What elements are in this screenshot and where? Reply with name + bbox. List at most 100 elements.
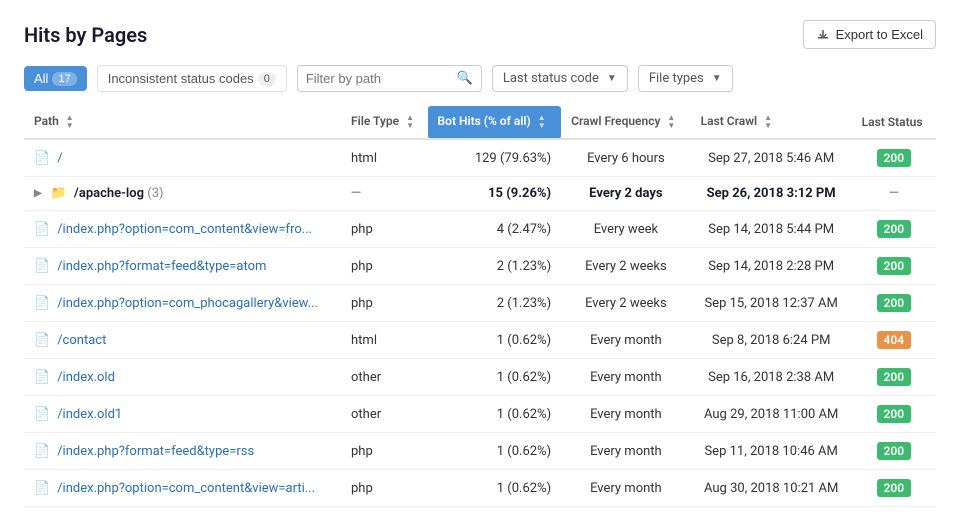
sort-icon-crawlfreq: ▲▼ (667, 114, 675, 130)
last-crawl-cell: Sep 26, 2018 3:12 PM (691, 177, 852, 211)
table-row: 📄/index.old1other1 (0.62%)Every monthAug… (24, 396, 936, 433)
crawl-freq-cell: Every week (561, 211, 691, 248)
path-cell: 📄/index.old (24, 359, 341, 396)
crawl-freq-cell: Every month (561, 433, 691, 470)
status-badge: 200 (877, 368, 912, 386)
bot-hits-value: 2 (1.23%) (497, 259, 551, 274)
last-status-label: Last status code (503, 71, 599, 86)
file-icon: 📄 (34, 444, 50, 459)
last-crawl-cell: Aug 30, 2018 10:21 AM (691, 470, 852, 507)
last-crawl-value: Aug 29, 2018 11:00 AM (704, 407, 838, 422)
status-dash: — (889, 186, 899, 201)
last-status-cell: 200 (852, 285, 936, 322)
path-text[interactable]: /apache-log (3) (74, 186, 164, 201)
last-status-dropdown[interactable]: Last status code ▼ (492, 65, 628, 92)
file-type-cell: php (341, 470, 428, 507)
last-crawl-cell: Sep 14, 2018 5:44 PM (691, 211, 852, 248)
path-text[interactable]: /index.php?option=com_content&view=fro..… (57, 222, 312, 237)
col-last-status: Last Status (852, 106, 936, 139)
col-crawl-freq[interactable]: Crawl Frequency ▲▼ (561, 106, 691, 139)
last-status-cell: 200 (852, 139, 936, 177)
last-crawl-cell: Aug 29, 2018 11:00 AM (691, 396, 852, 433)
file-icon: 📄 (34, 481, 50, 496)
table-header-row: Path ▲▼ File Type ▲▼ Bot Hits (% of all)… (24, 106, 936, 139)
file-type-cell: html (341, 322, 428, 359)
last-crawl-value: Aug 30, 2018 10:21 AM (704, 481, 838, 496)
path-text[interactable]: /index.php?format=feed&type=atom (57, 259, 266, 274)
last-status-cell: 404 (852, 322, 936, 359)
bot-hits-value: 1 (0.62%) (497, 333, 551, 348)
path-cell: 📄 /index.php?format=feed&type=atom (24, 248, 341, 285)
col-file-type[interactable]: File Type ▲▼ (341, 106, 428, 139)
sort-icon-bothits: ▲▼ (538, 114, 546, 130)
file-types-label: File types (649, 71, 704, 86)
path-text[interactable]: /contact (57, 333, 106, 348)
crawl-freq-value: Every month (590, 481, 662, 496)
bot-hits-value: 129 (79.63%) (475, 151, 551, 166)
collapse-arrow[interactable]: ▶ (34, 188, 42, 199)
last-crawl-value: Sep 26, 2018 3:12 PM (707, 186, 836, 201)
search-input[interactable] (306, 71, 451, 86)
table-body: 📄/html129 (79.63%)Every 6 hoursSep 27, 2… (24, 139, 936, 507)
bot-hits-cell: 129 (79.63%) (428, 139, 562, 177)
hits-table: Path ▲▼ File Type ▲▼ Bot Hits (% of all)… (24, 106, 936, 507)
status-badge: 200 (877, 405, 912, 423)
file-icon: 📄 (34, 407, 50, 422)
page-title: Hits by Pages (24, 23, 147, 47)
col-path[interactable]: Path ▲▼ (24, 106, 341, 139)
bot-hits-value: 2 (1.23%) (497, 296, 551, 311)
export-icon (816, 28, 830, 42)
bot-hits-cell: 15 (9.26%) (428, 177, 562, 211)
tab-inconsistent-count: 0 (258, 72, 276, 86)
file-type-cell: — (341, 177, 428, 211)
table-row: 📄/index.php?format=feed&type=atomphp2 (1… (24, 248, 936, 285)
path-text[interactable]: /index.old1 (57, 407, 122, 422)
file-icon: 📄 (34, 259, 50, 274)
crawl-freq-value: Every 2 days (589, 186, 662, 201)
file-type-cell: php (341, 211, 428, 248)
path-cell: 📄/index.php?option=com_content&view=fro.… (24, 211, 341, 248)
last-crawl-cell: Sep 15, 2018 12:37 AM (691, 285, 852, 322)
export-button[interactable]: Export to Excel (803, 20, 936, 49)
search-box: 🔍 (297, 65, 482, 92)
last-crawl-value: Sep 14, 2018 5:44 PM (708, 222, 834, 237)
file-type-cell: php (341, 285, 428, 322)
table-row: 📄/index.php?format=feed&type=rssphp1 (0.… (24, 433, 936, 470)
path-cell: 📄 /index.old1 (24, 396, 341, 433)
file-type-cell: other (341, 359, 428, 396)
sort-icon-lastcrawl: ▲▼ (764, 114, 772, 130)
table-row: ▶📁/apache-log (3)—15 (9.26%)Every 2 days… (24, 177, 936, 211)
path-text[interactable]: /index.old (57, 370, 115, 385)
last-crawl-cell: Sep 11, 2018 10:46 AM (691, 433, 852, 470)
tab-all[interactable]: All 17 (24, 66, 87, 91)
table-row: 📄/index.php?option=com_content&view=fro.… (24, 211, 936, 248)
path-cell: 📄 /index.php?option=com_content&view=arti… (24, 470, 341, 507)
tab-inconsistent[interactable]: Inconsistent status codes 0 (97, 65, 287, 92)
path-text[interactable]: /index.php?format=feed&type=rss (57, 444, 254, 459)
status-badge: 404 (877, 331, 912, 349)
file-types-dropdown[interactable]: File types ▼ (638, 65, 733, 92)
status-badge: 200 (877, 442, 912, 460)
crawl-freq-value: Every month (590, 370, 662, 385)
crawl-freq-cell: Every 2 days (561, 177, 691, 211)
status-badge: 200 (877, 149, 912, 167)
last-status-cell: 200 (852, 396, 936, 433)
file-icon: 📄 (34, 151, 50, 166)
last-status-cell: 200 (852, 359, 936, 396)
crawl-freq-value: Every month (590, 333, 662, 348)
last-crawl-value: Sep 14, 2018 2:28 PM (708, 259, 834, 274)
path-text[interactable]: /index.php?option=com_phocagallery&view.… (57, 296, 318, 311)
sort-icon-filetype: ▲▼ (406, 114, 414, 130)
last-crawl-value: Sep 11, 2018 10:46 AM (704, 444, 837, 459)
last-crawl-value: Sep 27, 2018 5:46 AM (708, 151, 834, 166)
col-bot-hits[interactable]: Bot Hits (% of all) ▲▼ (428, 106, 562, 139)
path-text[interactable]: / (57, 151, 62, 166)
bot-hits-cell: 1 (0.62%) (428, 322, 562, 359)
page-header: Hits by Pages Export to Excel (24, 20, 936, 49)
crawl-freq-cell: Every month (561, 359, 691, 396)
path-text[interactable]: /index.php?option=com_content&view=arti.… (57, 481, 315, 496)
bot-hits-cell: 1 (0.62%) (428, 396, 562, 433)
bot-hits-value: 4 (2.47%) (497, 222, 551, 237)
col-last-crawl[interactable]: Last Crawl ▲▼ (691, 106, 852, 139)
last-crawl-cell: Sep 14, 2018 2:28 PM (691, 248, 852, 285)
